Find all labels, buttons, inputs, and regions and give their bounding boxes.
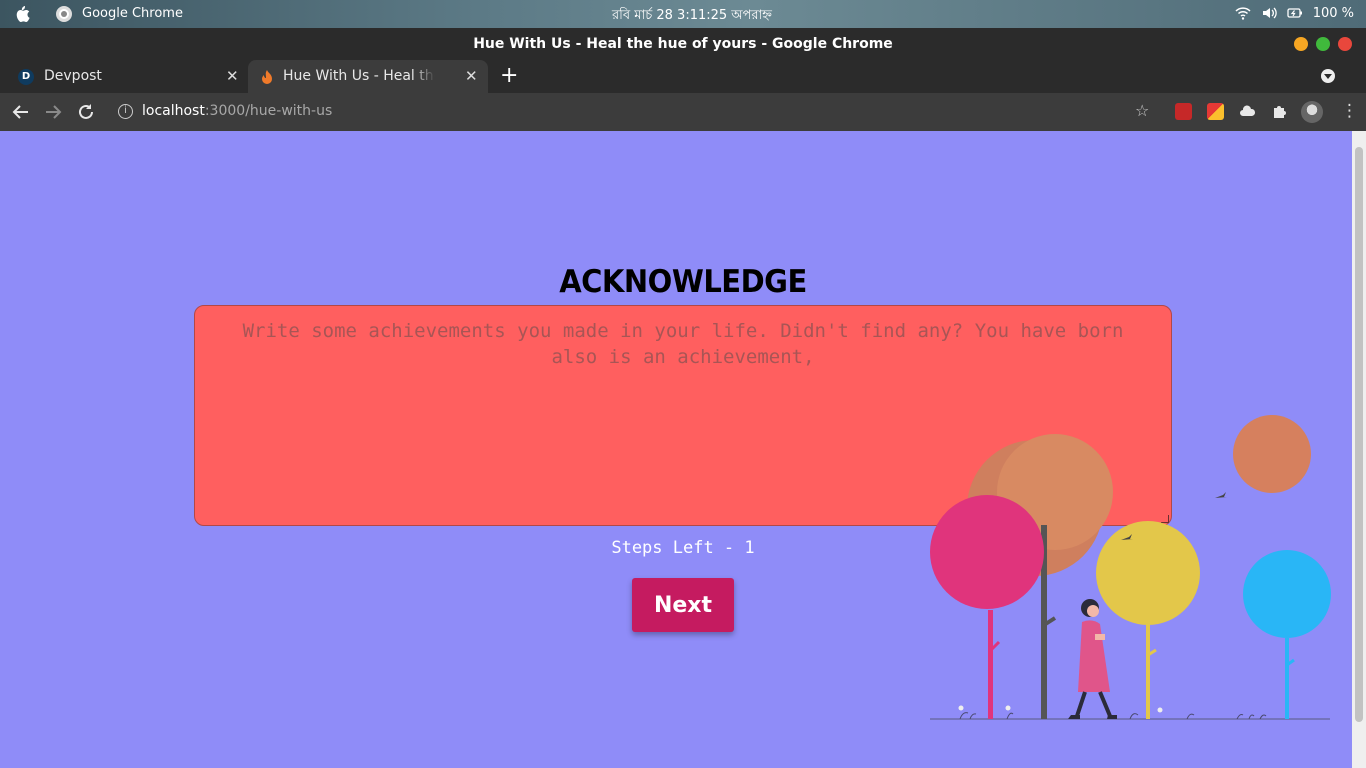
close-tab-icon[interactable]: ✕ [226, 67, 239, 85]
puzzle-icon[interactable] [1271, 103, 1288, 120]
window-title: Hue With Us - Heal the hue of yours - Go… [473, 36, 893, 52]
scrollbar-thumb[interactable] [1355, 147, 1363, 722]
os-top-bar: Google Chrome রবি মার্চ 28 3:11:25 অপরাহ… [0, 0, 1366, 28]
extension-shield-icon[interactable] [1207, 103, 1224, 120]
small-orange-tree-crown [1233, 415, 1311, 493]
tab-hue-with-us[interactable]: Hue With Us - Heal the hue of yours ✕ [248, 60, 488, 93]
cloud-extension-icon[interactable] [1239, 103, 1256, 120]
three-dots-menu-icon[interactable]: ⋮ [1341, 101, 1358, 121]
browser-toolbar: i localhost:3000/hue-with-us ☆ ⋮ [0, 93, 1366, 131]
os-app-name[interactable]: Google Chrome [82, 6, 183, 21]
page-scrollbar[interactable] [1352, 131, 1366, 768]
wifi-icon [1235, 7, 1251, 20]
close-window-button[interactable] [1338, 37, 1352, 51]
os-clock[interactable]: রবি মার্চ 28 3:11:25 অপরাহ্ন [612, 6, 772, 27]
trees-woman-illustration [930, 415, 1331, 720]
bird-icon [1215, 492, 1227, 498]
reload-icon[interactable] [77, 103, 95, 121]
url-host: localhost [142, 103, 205, 119]
tab-label: Devpost [44, 68, 102, 84]
tab-strip: D Devpost ✕ Hue With Us - Heal the hue o… [0, 60, 1366, 93]
devpost-favicon: D [18, 69, 34, 85]
tab-label: Hue With Us - Heal the hue of yours [283, 68, 435, 84]
blue-tree-crown [1243, 550, 1331, 638]
window-controls [1294, 37, 1352, 51]
forward-arrow-icon[interactable] [44, 103, 62, 121]
extension-red-icon[interactable] [1175, 103, 1192, 120]
bookmark-star-icon[interactable]: ☆ [1135, 101, 1149, 120]
address-bar[interactable]: localhost:3000/hue-with-us [142, 103, 332, 119]
blue-tree-trunk [1285, 638, 1289, 719]
window-title-bar[interactable]: Hue With Us - Heal the hue of yours - Go… [0, 28, 1366, 60]
battery-icon [1287, 8, 1302, 18]
next-button[interactable]: Next [632, 578, 734, 632]
battery-percent: 100 % [1312, 5, 1354, 21]
volume-icon [1262, 7, 1277, 19]
pink-tree-crown [930, 495, 1044, 609]
maximize-button[interactable] [1316, 37, 1330, 51]
new-tab-plus-icon[interactable]: + [500, 63, 518, 88]
url-path: :3000/hue-with-us [204, 103, 333, 119]
info-icon[interactable]: i [118, 104, 133, 119]
tab-devpost[interactable]: D Devpost ✕ [0, 60, 248, 93]
flower [1157, 707, 1163, 713]
page-title: ACKNOWLEDGE [559, 262, 807, 300]
flame-favicon-icon [262, 70, 272, 84]
pink-tree-trunk [988, 610, 993, 719]
back-arrow-icon[interactable] [12, 103, 30, 121]
yellow-tree-trunk [1146, 624, 1150, 719]
minimize-button[interactable] [1294, 37, 1308, 51]
system-tray[interactable]: 100 % [1235, 5, 1354, 21]
chrome-app-icon [56, 6, 72, 22]
apple-logo-icon[interactable] [14, 5, 30, 23]
close-tab-icon[interactable]: ✕ [465, 67, 478, 85]
yellow-tree-crown [1096, 521, 1200, 625]
flower [1005, 705, 1011, 711]
tab-search-chevron-icon[interactable] [1321, 69, 1335, 83]
flower [958, 705, 964, 711]
profile-avatar[interactable] [1301, 101, 1323, 123]
woman-figure [1068, 599, 1117, 719]
